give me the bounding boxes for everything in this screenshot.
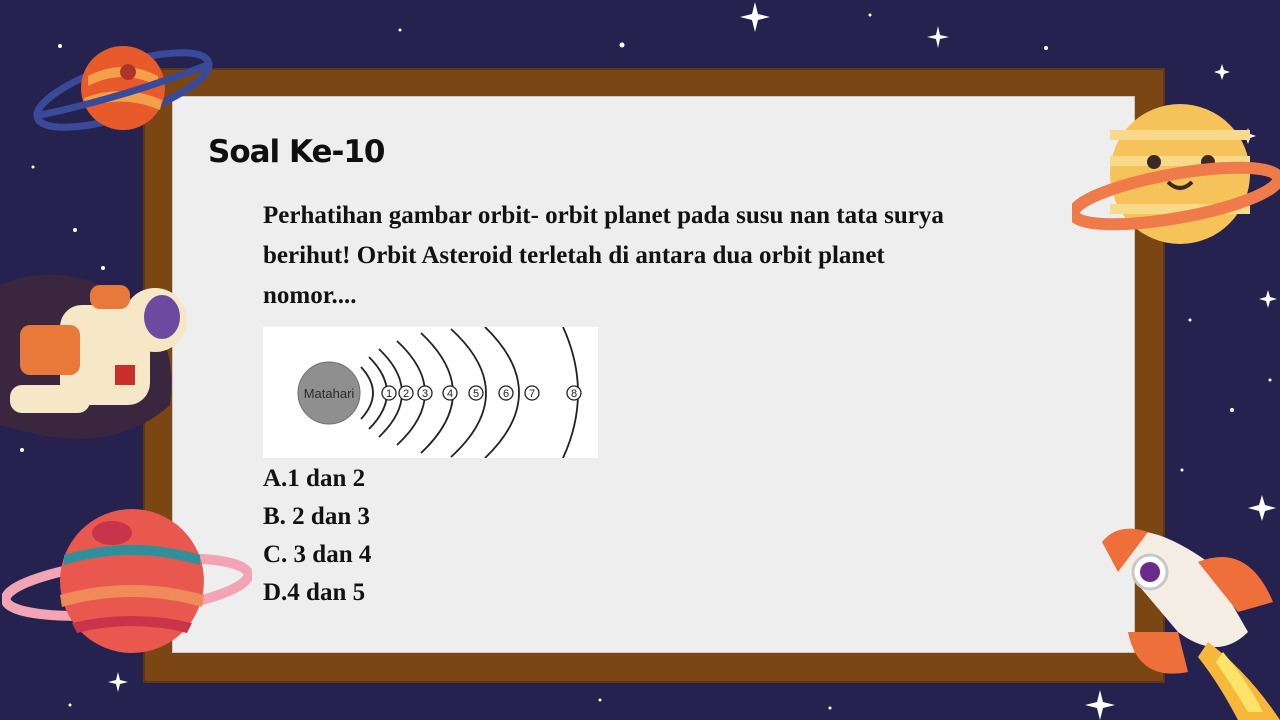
star-icon (1248, 495, 1276, 521)
orbit-number: 2 (403, 388, 409, 400)
orbit-number: 6 (503, 388, 509, 400)
sun-label: Matahari (304, 386, 355, 401)
smiling-planet-icon (1072, 104, 1280, 244)
slide-title: Soal Ke-10 (208, 134, 385, 170)
star-icon (108, 672, 128, 692)
rocket-icon (1102, 528, 1280, 720)
option-d[interactable]: D.4 dan 5 (263, 574, 371, 612)
striped-planet-icon (2, 509, 252, 653)
orbit-number: 3 (422, 388, 428, 400)
option-c[interactable]: C. 3 dan 4 (263, 536, 371, 574)
orbit-arc-1 (360, 366, 374, 420)
orbit-number: 4 (447, 388, 453, 400)
answer-options: A.1 dan 2 B. 2 dan 3 C. 3 dan 4 D.4 dan … (263, 460, 371, 612)
option-a[interactable]: A.1 dan 2 (263, 460, 371, 498)
ringed-planet-icon (33, 46, 213, 131)
orbit-diagram: Matahari 1 2 3 4 5 6 7 8 (263, 326, 598, 459)
option-b[interactable]: B. 2 dan 3 (263, 498, 371, 536)
astronaut-icon (0, 274, 187, 439)
star-icon (1259, 290, 1277, 308)
star-icon (1214, 64, 1230, 80)
question-text: Perhatihan gambar orbit- orbit planet pa… (263, 202, 944, 309)
orbit-number: 5 (473, 388, 479, 400)
star-icon (740, 2, 770, 32)
star-icon (927, 26, 949, 48)
orbit-number: 1 (386, 388, 392, 400)
orbit-number: 7 (529, 388, 535, 400)
orbit-number: 8 (571, 388, 577, 400)
